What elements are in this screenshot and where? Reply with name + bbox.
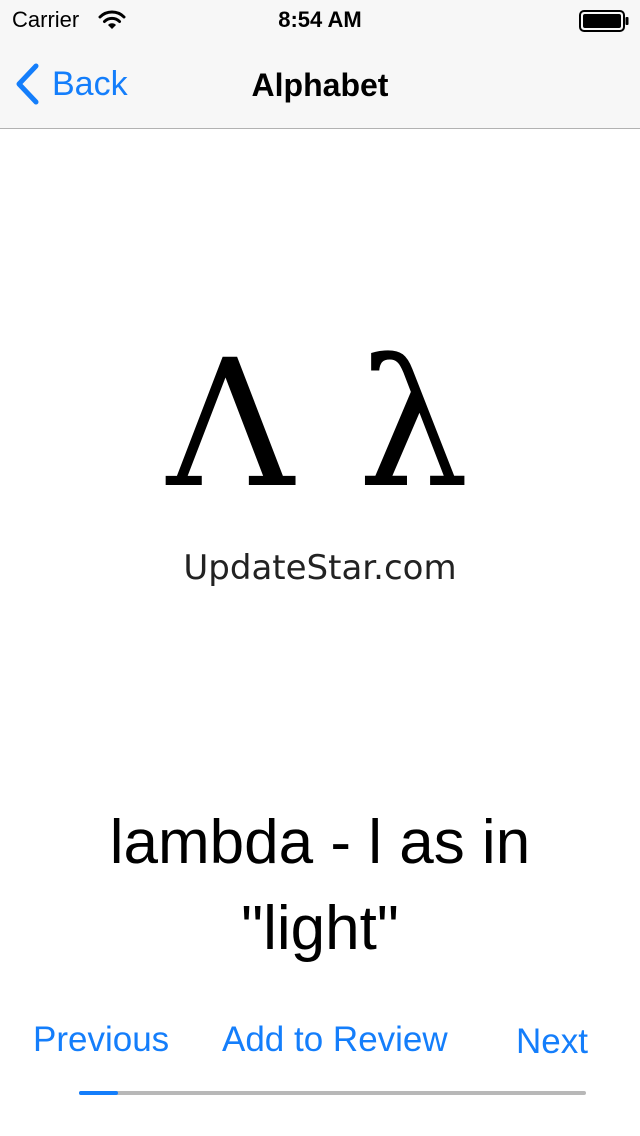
watermark-text: UpdateStar.com <box>183 548 457 588</box>
progress-track <box>79 1091 586 1095</box>
previous-button[interactable]: Previous <box>33 1018 169 1062</box>
letter-description: lambda - l as in "light" <box>109 808 531 963</box>
progress-fill <box>79 1091 119 1095</box>
status-time: 8:54 AM <box>278 7 362 32</box>
navigation-bar: Back Alphabet <box>0 40 640 129</box>
battery-icon <box>579 10 629 32</box>
letter-glyphs: Λ λ <box>166 322 474 527</box>
next-button[interactable]: Next <box>516 1020 588 1064</box>
status-bar: Carrier 8:54 AM <box>0 0 640 40</box>
add-to-review-button[interactable]: Add to Review <box>222 1018 448 1062</box>
page-title: Alphabet <box>251 67 389 103</box>
letter-image: Λ λ UpdateStar.com <box>150 330 490 600</box>
